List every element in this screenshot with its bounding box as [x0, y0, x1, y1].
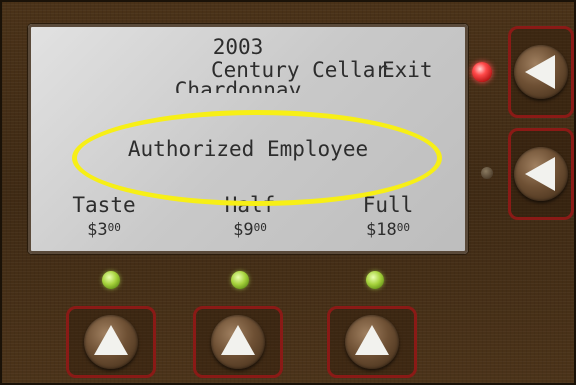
button-knob [211, 315, 265, 369]
price-dollars: $3 [87, 220, 108, 240]
exit-indicator-led [472, 62, 492, 82]
side-button-2[interactable] [508, 128, 574, 220]
button-knob [514, 45, 568, 99]
button-knob [84, 315, 138, 369]
price-cents: 00 [396, 221, 410, 234]
exit-button[interactable] [508, 26, 574, 118]
button-knob [514, 147, 568, 201]
half-button[interactable] [193, 306, 283, 378]
price-cents: 00 [107, 221, 121, 234]
full-indicator-led [366, 271, 384, 289]
exit-label: Exit [382, 58, 433, 82]
taste-button[interactable] [66, 306, 156, 378]
option-half-price: $900 [190, 217, 310, 241]
price-dollars: $9 [233, 220, 254, 240]
option-taste-label: Taste [72, 193, 136, 217]
full-button[interactable] [327, 306, 417, 378]
price-dollars: $18 [366, 220, 397, 240]
option-full-price: $1800 [328, 217, 448, 241]
highlight-ellipse [72, 110, 442, 206]
triangle-left-icon [525, 157, 555, 191]
wine-varietal: Chardonnay [174, 79, 302, 93]
half-indicator-led [231, 271, 249, 289]
side-indicator-led [481, 167, 493, 179]
triangle-up-icon [355, 325, 389, 355]
lcd-display: 2003 Century Cellar Exit Chardonnay Auth… [28, 24, 468, 254]
triangle-left-icon [525, 55, 555, 89]
wine-name: Century Cellar [210, 58, 388, 82]
wine-year: 2003 [212, 35, 264, 59]
dispenser-panel: 2003 Century Cellar Exit Chardonnay Auth… [0, 0, 576, 385]
price-cents: 00 [253, 221, 267, 234]
triangle-up-icon [221, 325, 255, 355]
option-taste-price: $300 [44, 217, 164, 241]
triangle-up-icon [94, 325, 128, 355]
button-knob [345, 315, 399, 369]
taste-indicator-led [102, 271, 120, 289]
